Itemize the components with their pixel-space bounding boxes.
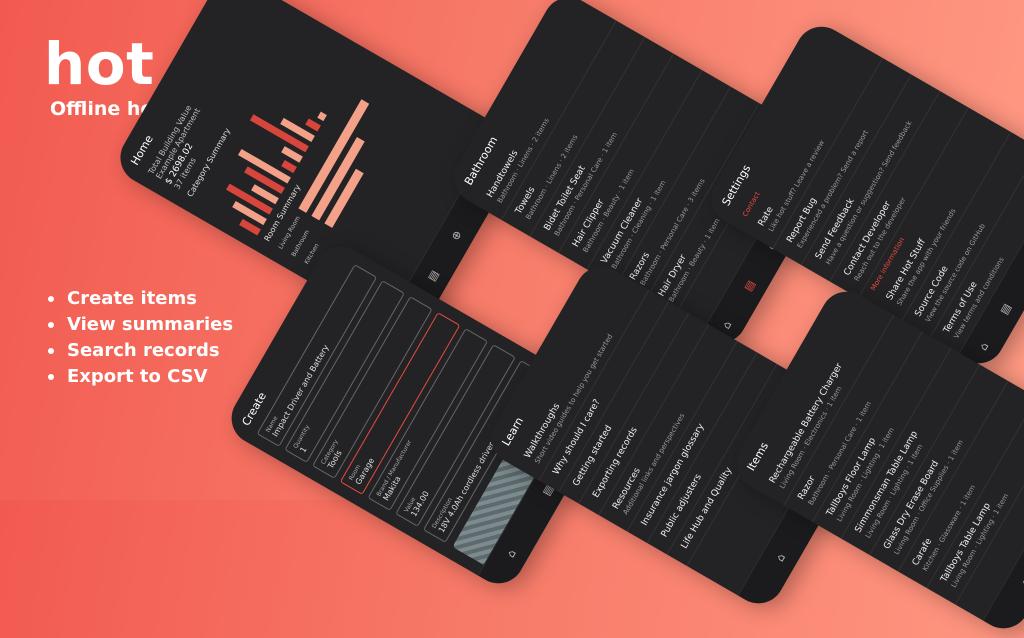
nav-items[interactable]: ▤ [997,301,1013,317]
nav-home[interactable]: ⌂ [719,318,734,331]
feature-item: View summaries [48,312,233,338]
nav-create[interactable]: ⊕ [448,228,464,242]
category-bar [281,159,297,174]
category-bar [305,118,321,132]
category-bar [317,111,327,122]
feature-list: Create items View summaries Search recor… [48,286,233,390]
nav-home[interactable]: ⌂ [504,547,519,560]
nav-items[interactable]: ▤ [425,268,441,284]
feature-item: Export to CSV [48,364,233,390]
bullet-icon [48,296,54,302]
nav-home[interactable]: ⌂ [976,340,991,353]
learn-list: Walkthroughs Short video guides to help y… [510,273,798,567]
nav-home[interactable]: ⌂ [1018,576,1024,589]
nav-items[interactable]: ▤ [741,278,757,294]
nav-create[interactable]: ⊕ [1019,263,1024,277]
bullet-icon [48,348,54,354]
bullet-icon [48,374,54,380]
nav-home[interactable]: ⌂ [773,551,788,564]
bullet-icon [48,322,54,328]
feature-item: Search records [48,338,233,364]
feature-item: Create items [48,286,233,312]
